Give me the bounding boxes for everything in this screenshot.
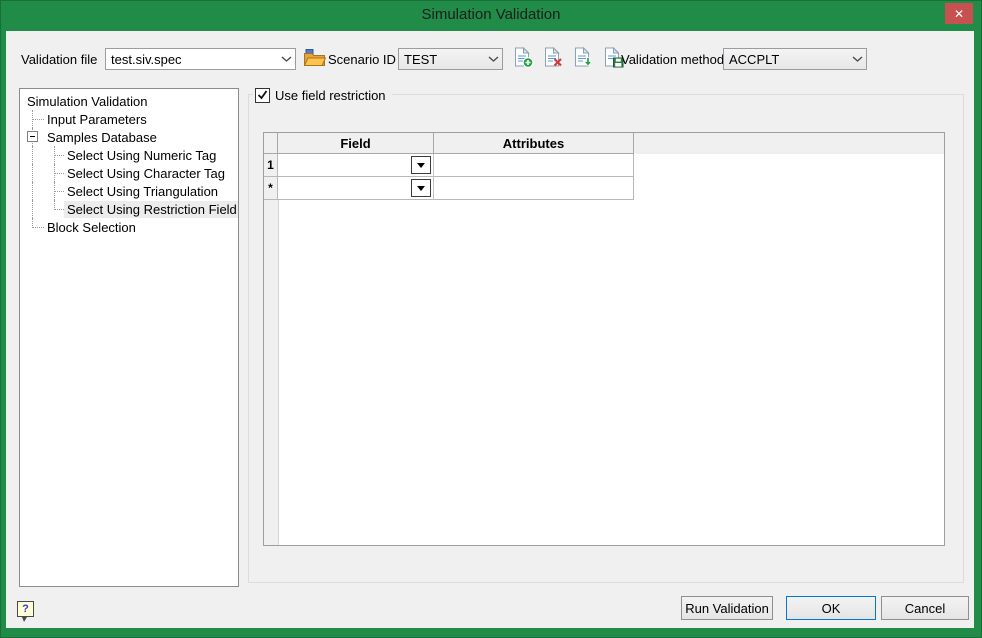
help-icon-tail [22,617,27,622]
tree-item-row[interactable]: Samples Database [20,128,238,146]
title-bar[interactable]: Simulation Validation ✕ [1,1,981,31]
tree-connector [22,200,44,218]
checkbox-checked-icon[interactable] [255,88,270,103]
chevron-down-icon[interactable] [277,56,295,62]
tree-item-label[interactable]: Select Using Numeric Tag [64,147,219,164]
attributes-column-header[interactable]: Attributes [434,133,634,154]
simulation-validation-dialog: Simulation Validation ✕ Validation file … [0,0,982,638]
field-cell[interactable] [278,154,434,177]
field-column-header[interactable]: Field [278,133,434,154]
window-title: Simulation Validation [1,6,981,23]
checkbox-label: Use field restriction [275,88,386,103]
run-validation-button[interactable]: Run Validation [681,596,773,620]
chevron-down-icon[interactable] [848,56,866,62]
tree-connector [22,164,44,182]
tree-connector [44,200,64,218]
tree-item-row[interactable]: Select Using Character Tag [20,164,238,182]
tree-connector [22,110,44,128]
field-dropdown-button[interactable] [411,156,431,174]
use-field-restriction-checkbox[interactable]: Use field restriction [253,86,392,104]
field-dropdown-button[interactable] [411,179,431,197]
tree-item-row[interactable]: Input Parameters [20,110,238,128]
tree-connector [22,182,44,200]
tree-item-label[interactable]: Select Using Restriction Field [64,201,239,218]
scenario-id-value: TEST [404,52,437,67]
tree-item-row[interactable]: Select Using Triangulation [20,182,238,200]
scenario-id-combobox[interactable]: TEST [398,48,503,70]
attributes-cell[interactable] [434,177,634,200]
help-icon: ? [17,601,34,617]
tree-item-label[interactable]: Simulation Validation [24,93,150,110]
tree-panel: Simulation ValidationInput ParametersSam… [19,88,239,587]
open-folder-icon [303,47,326,72]
scenario-id-label: Scenario ID [328,48,396,70]
tree-connector [22,146,44,164]
tree-connector [44,164,64,182]
validation-method-value: ACCPLT [729,52,779,67]
browse-file-button[interactable] [302,47,326,71]
attributes-cell[interactable] [434,154,634,177]
tree-item-label[interactable]: Block Selection [44,219,139,236]
validation-method-combobox[interactable]: ACCPLT [723,48,867,70]
tree-item-row[interactable]: Simulation Validation [20,92,238,110]
import-scenario-button[interactable] [571,47,595,71]
tree-connector [44,182,64,200]
tree-collapse-icon[interactable] [27,131,38,142]
cancel-button[interactable]: Cancel [881,596,969,620]
tree-item-row[interactable]: Select Using Restriction Field [20,200,238,218]
validation-file-combobox[interactable]: test.siv.spec [105,48,296,70]
validation-file-value: test.siv.spec [111,52,182,67]
tree-item-label[interactable]: Select Using Character Tag [64,165,228,182]
delete-scenario-button[interactable] [541,47,565,71]
add-scenario-button[interactable] [511,47,535,71]
document-add-icon [513,46,534,73]
tree-connector [44,146,64,164]
tree-item-label[interactable]: Samples Database [44,129,160,146]
tree-item-label[interactable]: Input Parameters [44,111,150,128]
tree-connector [22,128,44,146]
corner-header-cell [264,133,278,154]
tree-connector [22,218,44,236]
help-button[interactable]: ? [15,601,37,623]
ok-button[interactable]: OK [786,596,876,620]
close-icon: ✕ [954,7,964,21]
dropdown-arrow-icon [417,186,425,191]
validation-file-label: Validation file [21,48,97,70]
field-cell[interactable] [278,177,434,200]
document-import-icon [573,46,594,73]
chevron-down-icon[interactable] [484,56,502,62]
tree-item-row[interactable]: Select Using Numeric Tag [20,146,238,164]
tree-item-label[interactable]: Select Using Triangulation [64,183,221,200]
document-delete-icon [543,46,564,73]
tree-item-row[interactable]: Block Selection [20,218,238,236]
dialog-body: Validation file test.siv.spec Scenario I… [6,31,974,628]
row-header-cell[interactable]: 1 [264,154,278,177]
validation-method-label: Validation method [621,48,724,70]
dropdown-arrow-icon [417,163,425,168]
close-button[interactable]: ✕ [945,3,973,24]
row-header-cell[interactable]: * [264,177,278,200]
restriction-table: Field Attributes 1* [263,132,945,546]
